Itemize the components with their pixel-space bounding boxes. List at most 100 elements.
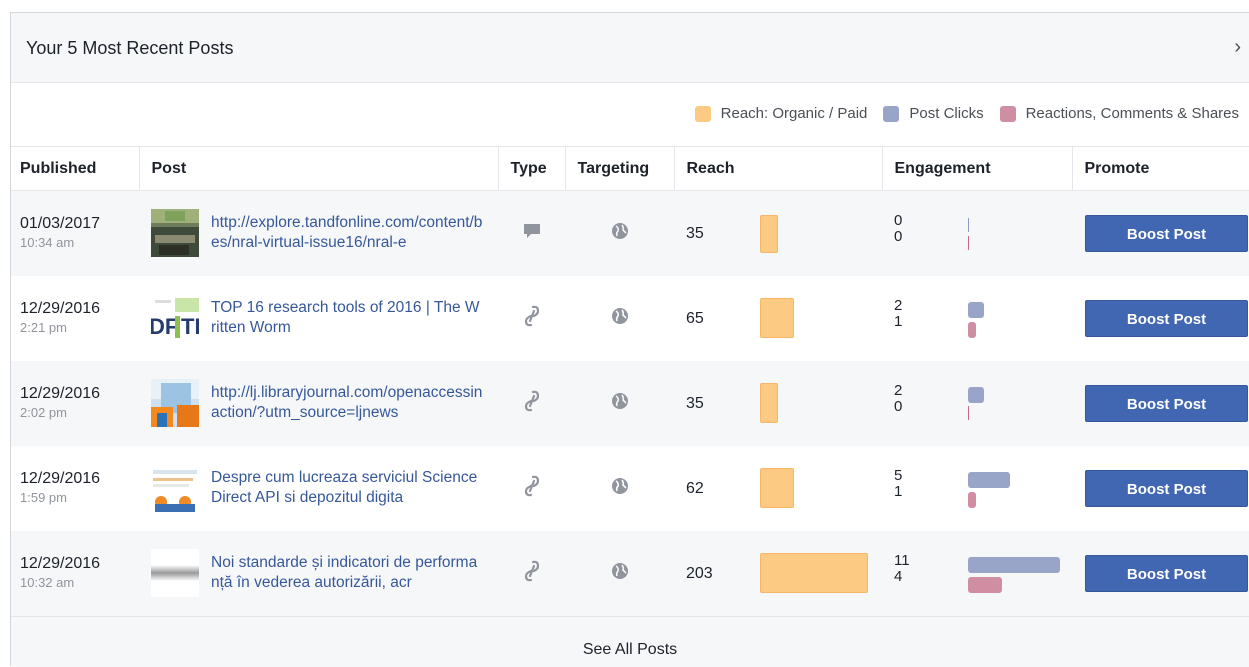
boost-post-button[interactable]: Boost Post	[1085, 214, 1248, 252]
post-thumbnail[interactable]	[151, 549, 199, 597]
reactions-value: 4	[894, 567, 903, 585]
boost-post-button[interactable]: Boost Post	[1085, 554, 1248, 592]
engagement-cell: 5 1	[882, 445, 1072, 531]
clicks-swatch	[883, 105, 900, 122]
post-date: 01/03/2017	[20, 215, 101, 233]
post-cell: http://explore.tandfonline.com/content/b…	[139, 190, 498, 276]
type-cell	[498, 275, 565, 361]
reactions-bar	[968, 405, 969, 420]
reactions-bar	[968, 491, 976, 508]
post-link[interactable]: TOP 16 research tools of 2016 | The Writ…	[211, 298, 483, 338]
reach-cell: 203	[674, 530, 882, 616]
post-time: 10:34 am	[20, 235, 75, 251]
targeting-cell	[565, 190, 674, 276]
promote-cell: Boost Post	[1072, 190, 1249, 276]
table-row: 12/29/2016 2:21 pm DF TI TOP 16 research …	[11, 275, 1249, 361]
reactions-bar	[968, 576, 1002, 593]
posts-table: Published Post Type Targeting Reach Enga…	[11, 146, 1249, 616]
col-engagement: Engagement	[882, 146, 1073, 191]
table-row: 12/29/2016 1:59 pm Despre cum lucreaza s…	[11, 445, 1249, 531]
table-row: 01/03/2017 10:34 am http://explore.tandf…	[11, 190, 1249, 276]
clicks-value: 5	[894, 466, 903, 484]
col-published: Published	[11, 146, 140, 191]
col-type: Type	[498, 146, 566, 191]
table-header-row: Published Post Type Targeting Reach Enga…	[11, 146, 1249, 191]
globe-icon	[611, 477, 629, 499]
promote-cell: Boost Post	[1072, 360, 1249, 446]
link-icon	[523, 474, 541, 502]
post-time: 2:02 pm	[20, 405, 67, 420]
reach-cell: 35	[674, 190, 882, 276]
chevron-right-icon[interactable]: ›	[1234, 36, 1241, 59]
clicks-bar	[968, 556, 1060, 573]
reach-cell: 62	[674, 445, 882, 531]
globe-icon	[611, 392, 629, 414]
reach-bar	[760, 467, 794, 508]
post-thumbnail[interactable]	[151, 379, 199, 427]
post-time: 10:32 am	[20, 575, 75, 590]
clicks-value: 0	[894, 212, 903, 229]
reach-bar	[760, 552, 868, 593]
clicks-bar	[968, 218, 969, 232]
globe-icon	[611, 562, 629, 584]
post-cell: Despre cum lucreaza serviciul Science Di…	[139, 445, 498, 531]
published-cell: 12/29/2016 2:21 pm	[11, 275, 139, 361]
published-cell: 12/29/2016 2:02 pm	[11, 360, 139, 446]
legend-item-clicks: Post Clicks	[883, 105, 984, 122]
legend-label-reactions: Reactions, Comments & Shares	[1025, 105, 1239, 122]
reactions-value: 0	[894, 228, 903, 245]
clicks-value: 2	[894, 296, 903, 314]
svg-text:DF: DF	[151, 314, 178, 339]
see-all-posts-link[interactable]: See All Posts	[583, 641, 677, 659]
reactions-value: 0	[894, 397, 903, 415]
reactions-value: 1	[894, 482, 903, 500]
reach-cell: 35	[674, 360, 882, 446]
post-date: 12/29/2016	[20, 385, 101, 402]
targeting-cell	[565, 445, 674, 531]
post-thumbnail[interactable]	[151, 464, 199, 512]
link-icon	[523, 559, 541, 587]
clicks-bar	[968, 471, 1010, 488]
promote-cell: Boost Post	[1072, 445, 1249, 531]
comment-icon	[522, 222, 542, 244]
post-thumbnail[interactable]	[151, 209, 199, 258]
legend-item-reactions: Reactions, Comments & Shares	[999, 105, 1239, 122]
boost-post-button[interactable]: Boost Post	[1085, 384, 1248, 422]
globe-icon	[611, 307, 629, 329]
type-cell	[498, 360, 565, 446]
boost-post-button[interactable]: Boost Post	[1085, 469, 1248, 507]
post-link[interactable]: http://lj.libraryjournal.com/openaccessi…	[211, 383, 483, 423]
reactions-bar	[968, 236, 969, 250]
post-thumbnail[interactable]: DF TI	[151, 294, 199, 342]
reactions-swatch	[999, 105, 1016, 122]
clicks-value: 2	[894, 381, 903, 399]
table-row: 12/29/2016 2:02 pm http://lj.libraryjour…	[11, 360, 1249, 446]
post-link[interactable]: Noi standarde și indicatori de performan…	[211, 553, 483, 593]
reach-value: 35	[686, 225, 704, 242]
table-row: 12/29/2016 10:32 am Noi standarde și ind…	[11, 530, 1249, 616]
svg-text:TI: TI	[181, 314, 199, 339]
post-link[interactable]: http://explore.tandfonline.com/content/b…	[211, 213, 483, 253]
engagement-cell: 2 1	[882, 275, 1072, 361]
targeting-cell	[565, 360, 674, 446]
reach-bar	[760, 382, 778, 423]
reach-cell: 65	[674, 275, 882, 361]
post-link[interactable]: Despre cum lucreaza serviciul Science Di…	[211, 468, 483, 508]
legend-label-clicks: Post Clicks	[909, 105, 984, 122]
promote-cell: Boost Post	[1072, 530, 1249, 616]
panel-header[interactable]: Your 5 Most Recent Posts ›	[11, 13, 1249, 83]
col-post: Post	[139, 146, 499, 191]
reach-value: 203	[686, 564, 713, 582]
clicks-bar	[968, 386, 984, 403]
reach-value: 35	[686, 394, 704, 412]
boost-post-button[interactable]: Boost Post	[1085, 299, 1248, 337]
legend-item-reach: Reach: Organic / Paid	[694, 105, 867, 122]
published-cell: 12/29/2016 10:32 am	[11, 530, 139, 616]
published-cell: 12/29/2016 1:59 pm	[11, 445, 139, 531]
reactions-value: 1	[894, 312, 903, 330]
link-icon	[523, 389, 541, 417]
reach-bar	[760, 215, 778, 253]
clicks-bar	[968, 301, 984, 318]
recent-posts-panel: Your 5 Most Recent Posts › Reach: Organi…	[10, 12, 1249, 667]
panel-footer: See All Posts	[11, 616, 1249, 667]
